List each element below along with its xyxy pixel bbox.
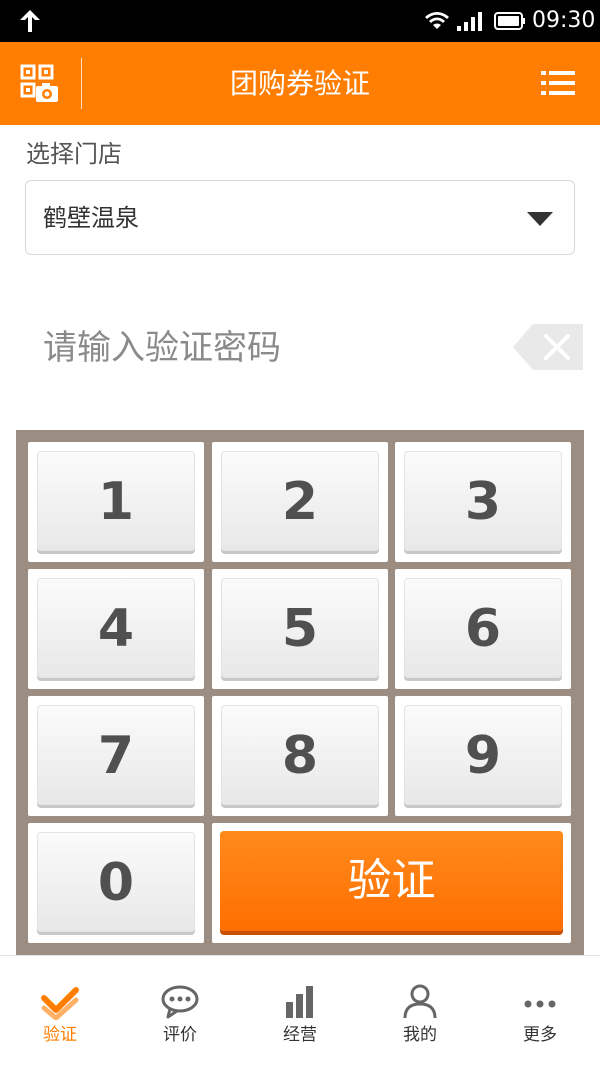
key-7[interactable]: 7 — [37, 705, 195, 805]
battery-icon — [494, 12, 525, 30]
key-cell: 5 — [212, 569, 388, 689]
key-cell: 1 — [28, 442, 204, 562]
nav-item-more[interactable]: 更多 — [480, 956, 600, 1067]
key-cell: 3 — [395, 442, 571, 562]
key-cell: 7 — [28, 696, 204, 816]
verify-cell: 验证 — [212, 823, 571, 943]
nav-item-business[interactable]: 经营 — [240, 956, 360, 1067]
bottom-nav: 验证 评价 经营 我的 更多 — [0, 955, 600, 1067]
key-cell: 0 — [28, 823, 204, 943]
key-cell: 2 — [212, 442, 388, 562]
key-2[interactable]: 2 — [221, 451, 379, 551]
list-menu-icon[interactable] — [540, 68, 576, 98]
key-1[interactable]: 1 — [37, 451, 195, 551]
user-icon — [403, 984, 437, 1019]
app-header: 团购券验证 — [0, 42, 600, 125]
nav-label: 评价 — [163, 1025, 197, 1045]
key-cell: 4 — [28, 569, 204, 689]
backspace-icon[interactable] — [513, 324, 583, 370]
verify-button[interactable]: 验证 — [220, 831, 563, 931]
wifi-icon — [425, 12, 449, 29]
nav-item-verify[interactable]: 验证 — [0, 956, 120, 1067]
key-cell: 6 — [395, 569, 571, 689]
upload-arrow-icon — [20, 10, 40, 32]
key-9[interactable]: 9 — [404, 705, 562, 805]
nav-label: 经营 — [283, 1025, 317, 1045]
dropdown-caret-icon — [527, 212, 553, 226]
key-cell: 9 — [395, 696, 571, 816]
key-cell: 8 — [212, 696, 388, 816]
store-selected-value: 鹤壁温泉 — [43, 204, 139, 232]
store-label: 选择门店 — [26, 140, 122, 168]
nav-item-mine[interactable]: 我的 — [360, 956, 480, 1067]
verify-check-icon — [41, 987, 79, 1020]
store-dropdown[interactable]: 鹤壁温泉 — [25, 180, 575, 255]
nav-label: 验证 — [43, 1025, 77, 1045]
page-title: 团购券验证 — [229, 67, 370, 100]
signal-icon — [457, 12, 482, 31]
key-5[interactable]: 5 — [221, 578, 379, 678]
numeric-keypad: 1 2 3 4 5 6 7 8 9 0 验证 — [16, 430, 584, 955]
key-0[interactable]: 0 — [37, 832, 195, 932]
more-dots-icon — [524, 1000, 556, 1008]
nav-label: 更多 — [523, 1025, 557, 1045]
password-input[interactable]: 请输入验证密码 — [25, 318, 505, 378]
clock: 09:30 — [532, 8, 596, 33]
bar-chart-icon — [286, 986, 313, 1018]
nav-item-reviews[interactable]: 评价 — [120, 956, 240, 1067]
nav-label: 我的 — [403, 1025, 437, 1045]
chat-bubble-icon — [161, 985, 199, 1019]
key-3[interactable]: 3 — [404, 451, 562, 551]
key-6[interactable]: 6 — [404, 578, 562, 678]
key-8[interactable]: 8 — [221, 705, 379, 805]
key-4[interactable]: 4 — [37, 578, 195, 678]
status-bar: 09:30 — [0, 0, 600, 42]
